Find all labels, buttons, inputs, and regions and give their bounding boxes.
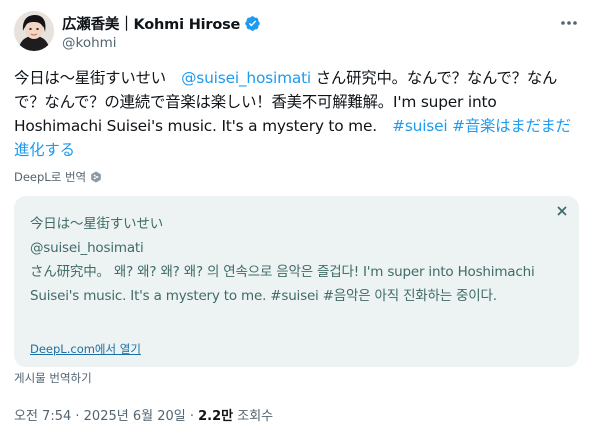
author-display-name[interactable]: 広瀬香美｜Kohmi Hirose [62,13,240,34]
meta-separator: · [185,409,199,424]
tweet-time[interactable]: 오전 7:54 [14,409,71,424]
tweet-text: 今日は〜星街すいせい @suisei_hosimati さん研究中。なんで？なん… [14,66,582,162]
open-in-deepl-link[interactable]: DeepL.com에서 열기 [30,341,141,357]
author-handle[interactable]: @kohmi [62,35,117,51]
hashtag-link-suisei[interactable]: #suisei [392,117,448,135]
tweet-text-prefix: 今日は〜星街すいせい [14,69,182,87]
translate-post-button[interactable]: 게시물 번역하기 [14,370,92,386]
verified-badge-icon [244,15,261,32]
translation-line-2: @suisei_hosimati [30,240,144,256]
deepl-translate-label[interactable]: DeepL로 번역 [14,169,86,185]
deepl-icon [90,171,102,183]
avatar-image [14,11,54,51]
views-label: 조회수 [233,409,274,424]
tweet-meta: 오전 7:54 · 2025년 6월 20일 · 2.2만 조회수 [14,405,273,424]
translation-line-1: 今日は〜星街すいせい [30,216,163,232]
meta-separator: · [71,409,84,424]
views-count: 2.2만 [198,409,234,424]
author-name-row[interactable]: 広瀬香美｜Kohmi Hirose [62,13,261,34]
mention-link[interactable]: @suisei_hosimati [181,69,311,87]
translation-box: 今日は〜星街すいせい @suisei_hosimati さん研究中。 왜? 왜? 왜… [14,196,579,367]
avatar[interactable] [14,11,54,51]
close-translation-button[interactable] [553,202,571,220]
translation-text: 今日は〜星街すいせい @suisei_hosimati さん研究中。 왜? 왜? 왜… [30,212,550,308]
more-options-button[interactable] [558,12,580,34]
more-icon [561,21,577,25]
translation-line-rest: さん研究中。 왜? 왜? 왜? 왜? 의 연속으로 음악은 즐겁다! I'm s… [30,264,535,304]
tweet-date[interactable]: 2025년 6월 20일 [84,409,186,424]
close-icon [557,206,567,216]
deepl-translate-row[interactable]: DeepL로 번역 [14,169,102,185]
